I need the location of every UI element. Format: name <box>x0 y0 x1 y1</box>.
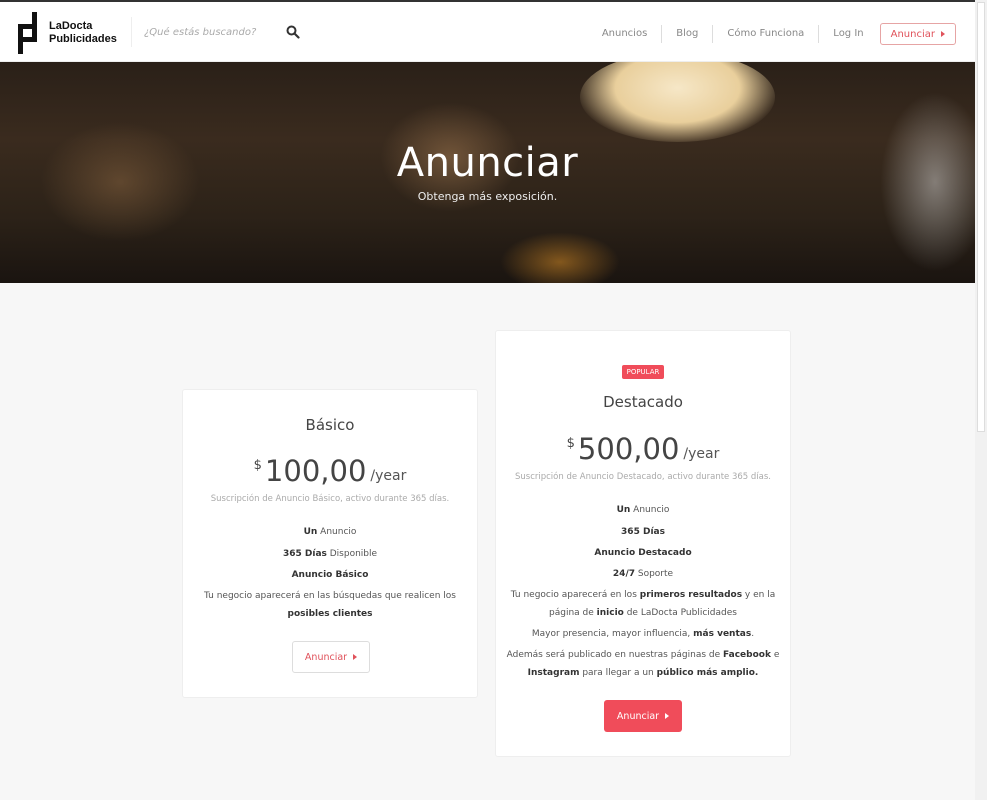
feature-bold: Facebook <box>723 650 771 660</box>
main-nav: Anuncios Blog Cómo Funciona Log In Anunc… <box>588 23 956 45</box>
plan-feature: Mayor presencia, mayor influencia, más v… <box>496 626 790 642</box>
hero-banner: Anunciar Obtenga más exposición. <box>0 62 975 283</box>
plan-feature: Además será publicado en nuestras página… <box>496 647 790 681</box>
feature-bold: Anuncio Destacado <box>594 548 692 558</box>
feature-bold: más ventas <box>693 629 752 639</box>
search-field[interactable]: ¿Qué estás buscando? <box>131 17 306 47</box>
feature-text: de LaDocta Publicidades <box>623 608 737 618</box>
nav-item-blog[interactable]: Blog <box>662 25 714 43</box>
plan-card-basic: Básico $ 100,00 /year Suscripción de Anu… <box>182 389 478 698</box>
button-label: Anunciar <box>616 710 660 722</box>
caret-right-icon <box>941 31 945 37</box>
plan-feature: Un Anuncio <box>183 524 477 540</box>
button-label: Anunciar <box>304 651 348 663</box>
price-period: /year <box>370 468 407 484</box>
feature-text: Tu negocio aparecerá en las búsquedas qu… <box>204 591 456 601</box>
popular-badge-wrap: POPULAR <box>496 359 790 379</box>
feature-text: . <box>751 629 755 639</box>
feature-bold: primeros resultados <box>639 590 743 600</box>
feature-bold: 365 Días <box>621 527 665 537</box>
brand-line-1: LaDocta <box>49 20 93 32</box>
feature-bold: Un <box>616 505 631 515</box>
plan-feature: Tu negocio aparecerá en los primeros res… <box>496 587 790 621</box>
plan-feature: 24/7 Soporte <box>496 566 790 582</box>
feature-text: y en la <box>742 590 776 600</box>
search-input[interactable]: ¿Qué estás buscando? <box>144 27 256 38</box>
feature-bold: Anuncio Básico <box>291 570 369 580</box>
nav-anunciar-button[interactable]: Anunciar <box>879 23 956 45</box>
brand-line-2: Publicidades <box>49 33 117 45</box>
plan-price: $ 500,00 /year <box>496 432 790 466</box>
feature-bold: 24/7 <box>612 569 635 579</box>
feature-bold: posibles clientes <box>287 609 373 619</box>
brand-name: LaDocta Publicidades <box>49 20 117 46</box>
feature-text: para llegar a un <box>579 668 657 678</box>
plan-feature: Anuncio Destacado <box>496 545 790 561</box>
feature-text: Además será publicado en nuestras página… <box>506 650 724 660</box>
brand-logo[interactable]: LaDocta Publicidades <box>18 12 117 54</box>
plan-feature: 365 Días Disponible <box>183 546 477 562</box>
plan-price: $ 100,00 /year <box>183 454 477 488</box>
feature-bold: Un <box>303 527 318 537</box>
site-header: LaDocta Publicidades ¿Qué estás buscando… <box>0 0 975 62</box>
feature-text: Tu negocio aparecerá en los <box>510 590 640 600</box>
hero-lamp-light <box>580 62 775 142</box>
plan-feature: 365 Días <box>496 524 790 540</box>
plan-description: Suscripción de Anuncio Básico, activo du… <box>210 494 450 504</box>
hero-bg-light-4 <box>500 232 620 283</box>
feature-text: Anuncio <box>630 505 670 515</box>
price-currency: $ <box>253 458 262 473</box>
feature-text: Anuncio <box>317 527 357 537</box>
price-period: /year <box>683 446 720 462</box>
feature-bold: Instagram <box>527 668 580 678</box>
price-amount: 500,00 <box>577 432 680 466</box>
page-scrollbar[interactable] <box>975 0 987 800</box>
nav-item-como-funciona[interactable]: Cómo Funciona <box>713 25 820 43</box>
plan-card-featured: POPULAR Destacado $ 500,00 /year Suscrip… <box>495 330 791 757</box>
feature-bold: inicio <box>596 608 624 618</box>
nav-item-anuncios[interactable]: Anuncios <box>588 25 663 43</box>
hero-title: Anunciar <box>396 140 579 186</box>
scrollbar-thumb[interactable] <box>977 2 985 432</box>
plan-name: Básico <box>305 416 355 434</box>
plan-name: Destacado <box>603 393 683 411</box>
feature-text: Disponible <box>326 549 378 559</box>
plan-feature: Tu negocio aparecerá en las búsquedas qu… <box>183 588 477 622</box>
feature-text: Mayor presencia, mayor influencia, <box>531 629 694 639</box>
plan-feature: Anuncio Básico <box>183 567 477 583</box>
hero-subtitle: Obtenga más exposición. <box>417 190 558 203</box>
nav-item-login[interactable]: Log In <box>819 25 877 43</box>
price-amount: 100,00 <box>264 454 367 488</box>
feature-text: Soporte <box>635 569 674 579</box>
featured-anunciar-button[interactable]: Anunciar <box>604 700 682 732</box>
basic-anunciar-button[interactable]: Anunciar <box>292 641 370 673</box>
popular-badge: POPULAR <box>621 365 665 379</box>
feature-text: página de <box>549 608 597 618</box>
feature-text: e <box>770 650 780 660</box>
caret-right-icon <box>353 654 358 660</box>
plan-description: Suscripción de Anuncio Destacado, activo… <box>515 472 771 482</box>
feature-bold: público más amplio. <box>656 668 759 678</box>
price-currency: $ <box>566 436 575 451</box>
search-icon[interactable] <box>286 25 300 39</box>
plan-feature: Un Anuncio <box>496 502 790 518</box>
feature-bold: 365 Días <box>282 549 327 559</box>
logo-mark-icon <box>18 12 40 54</box>
caret-right-icon <box>665 713 670 719</box>
nav-anunciar-label: Anunciar <box>890 28 935 40</box>
